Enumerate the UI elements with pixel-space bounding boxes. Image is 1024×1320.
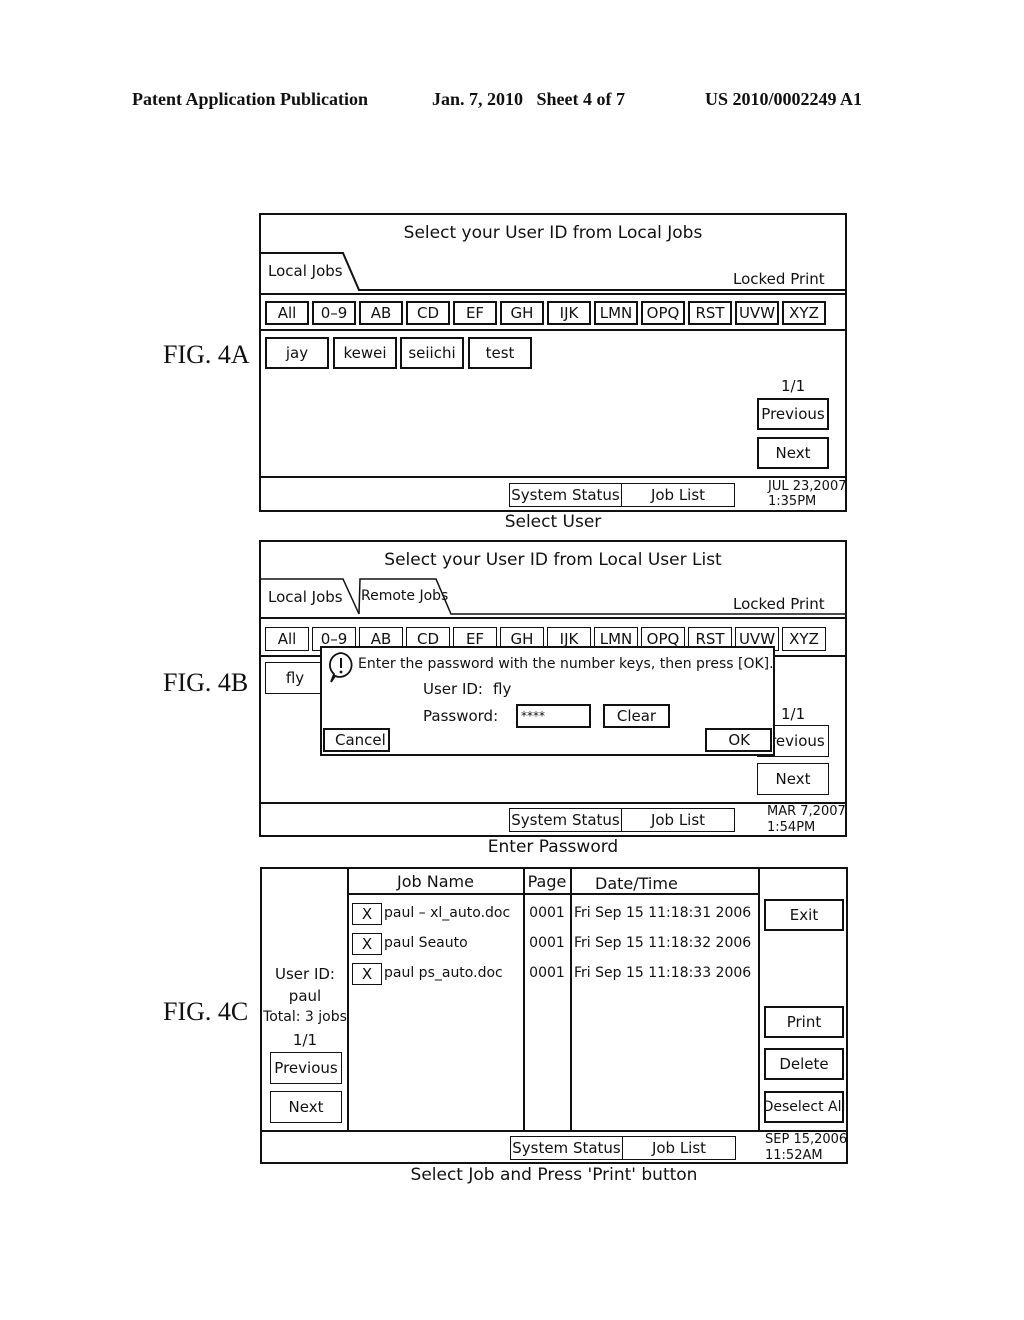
filter-ab[interactable]: AB [359, 301, 403, 325]
filter-gh[interactable]: GH [500, 301, 544, 325]
tab-local-jobs[interactable]: Local Jobs [268, 262, 343, 280]
job-datetime: Fri Sep 15 11:18:31 2006 [574, 905, 752, 921]
job-datetime: Fri Sep 15 11:18:32 2006 [574, 935, 752, 951]
user-id-value: paul [288, 987, 322, 1005]
delete-button[interactable]: Delete [764, 1048, 844, 1080]
publication-label: Patent Application Publication [132, 89, 369, 109]
fig4c-caption: Select Job and Press 'Print' button [410, 1165, 698, 1185]
filter-opq[interactable]: OPQ [641, 301, 685, 325]
fig4b-caption: Enter Password [487, 837, 619, 857]
next-button[interactable]: Next [270, 1091, 342, 1123]
time-label: 11:52AM [765, 1148, 823, 1163]
user-button-jay[interactable]: jay [265, 337, 329, 369]
exit-button[interactable]: Exit [764, 899, 844, 931]
fig4b-title: Select your User ID from Local User List [384, 550, 722, 570]
filter-all[interactable]: All [265, 627, 309, 651]
job-name: paul Seauto [384, 935, 468, 951]
filter-ef[interactable]: EF [453, 301, 497, 325]
figure-label-4c: FIG. 4C [163, 997, 249, 1026]
fig4a-caption: Select User [504, 512, 602, 532]
clear-button[interactable]: Clear [603, 704, 670, 728]
total-jobs-label: Total: 3 jobs [263, 1009, 347, 1025]
user-button-test[interactable]: test [468, 337, 532, 369]
deselect-all-button[interactable]: Deselect All [763, 1091, 845, 1123]
fig4b-panel: Select your User ID from Local User List… [259, 540, 847, 837]
figure-label-4a: FIG. 4A [163, 340, 250, 369]
job-name: paul ps_auto.doc [384, 965, 503, 981]
user-id-label: User ID: [275, 965, 335, 983]
previous-button[interactable]: Previous [757, 398, 829, 430]
column-header-date-time[interactable]: Date/Time [595, 874, 678, 893]
job-page: 0001 [529, 965, 565, 981]
alert-icon [329, 652, 353, 683]
job-page: 0001 [529, 935, 565, 951]
system-status-button[interactable]: System Status [509, 483, 622, 507]
filter-rst[interactable]: RST [688, 301, 732, 325]
row-checkbox[interactable]: X [352, 903, 382, 925]
user-button-seiichi[interactable]: seiichi [400, 337, 464, 369]
figure-label-4b: FIG. 4B [163, 668, 249, 697]
page-indicator: 1/1 [781, 705, 806, 723]
right-column-divider [758, 869, 760, 1130]
date-label: SEP 15,2006 [765, 1132, 848, 1147]
user-id-value: fly [493, 680, 512, 698]
job-list-button[interactable]: Job List [621, 483, 735, 507]
fig4a-title: Select your User ID from Local Jobs [403, 223, 703, 243]
date-label: MAR 7,2007 [767, 804, 846, 819]
filter-uvw[interactable]: UVW [735, 301, 779, 325]
column-header-page[interactable]: Page [524, 872, 570, 891]
ok-button[interactable]: OK [705, 728, 772, 752]
job-list-button[interactable]: Job List [621, 808, 735, 832]
footer-divider [261, 476, 845, 478]
mode-label: Locked Print [733, 270, 825, 288]
job-page: 0001 [529, 905, 565, 921]
filter-ijk[interactable]: IJK [547, 301, 591, 325]
alpha-filter-bar: All 0–9 AB CD EF GH IJK LMN OPQ RST UVW … [265, 301, 826, 325]
time-label: 1:54PM [767, 820, 816, 835]
next-button[interactable]: Next [757, 763, 829, 795]
password-dialog: Enter the password with the number keys,… [320, 646, 775, 756]
column-divider-date [570, 869, 572, 1130]
password-label: Password: [423, 707, 499, 725]
tab-remote-jobs[interactable]: Remote Jobs [361, 588, 448, 604]
fig4c-panel: User ID: paul Total: 3 jobs 1/1 Previous… [260, 867, 848, 1164]
date-sheet-label: Jan. 7, 2010 Sheet 4 of 7 [432, 89, 625, 109]
user-button-fly[interactable]: fly [265, 662, 325, 694]
time-label: 1:35PM [768, 494, 817, 509]
job-datetime: Fri Sep 15 11:18:33 2006 [574, 965, 752, 981]
page-indicator: 1/1 [781, 377, 806, 395]
fig4a-panel: Select your User ID from Local Jobs Loca… [259, 213, 847, 512]
system-status-button[interactable]: System Status [509, 808, 622, 832]
user-button-kewei[interactable]: kewei [333, 337, 397, 369]
footer-divider [262, 1130, 846, 1132]
user-id-label: User ID: [423, 680, 483, 698]
table-header-divider [348, 893, 759, 895]
publication-number: US 2010/0002249 A1 [705, 89, 863, 109]
divider [261, 329, 845, 331]
column-header-job-name[interactable]: Job Name [348, 872, 523, 891]
previous-button[interactable]: Previous [270, 1052, 342, 1084]
mode-label: Locked Print [733, 595, 825, 613]
filter-0-9[interactable]: 0–9 [312, 301, 356, 325]
job-list-button[interactable]: Job List [622, 1136, 736, 1160]
page-indicator: 1/1 [292, 1031, 318, 1049]
row-checkbox[interactable]: X [352, 933, 382, 955]
row-checkbox[interactable]: X [352, 963, 382, 985]
cancel-button[interactable]: Cancel [323, 728, 390, 752]
filter-all[interactable]: All [265, 301, 309, 325]
date-label: JUL 23,2007 [768, 479, 847, 494]
dialog-message: Enter the password with the number keys,… [358, 656, 774, 672]
filter-xyz[interactable]: XYZ [782, 627, 826, 651]
footer-divider [261, 802, 845, 804]
job-name: paul – xl_auto.doc [384, 905, 511, 921]
filter-cd[interactable]: CD [406, 301, 450, 325]
filter-lmn[interactable]: LMN [594, 301, 638, 325]
filter-xyz[interactable]: XYZ [782, 301, 826, 325]
tab-local-jobs[interactable]: Local Jobs [268, 588, 343, 606]
password-input[interactable]: **** [516, 704, 591, 728]
system-status-button[interactable]: System Status [510, 1136, 623, 1160]
next-button[interactable]: Next [757, 437, 829, 469]
print-button[interactable]: Print [764, 1006, 844, 1038]
